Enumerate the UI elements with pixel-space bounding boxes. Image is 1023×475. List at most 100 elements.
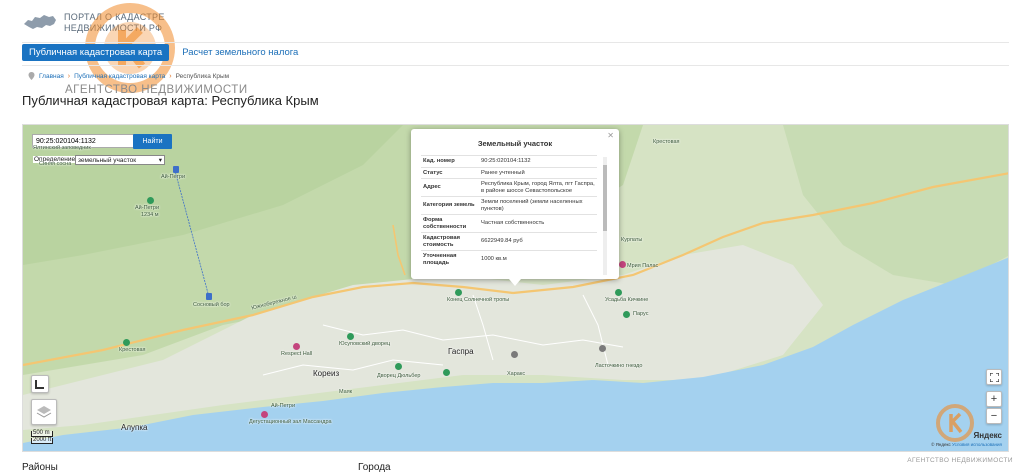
- row-key: Статус: [421, 166, 479, 179]
- map-label-yusupov-palace: Юсуповский дворец: [339, 341, 391, 347]
- fullscreen-left-button[interactable]: [31, 375, 49, 393]
- layers-square-icon: [35, 380, 44, 389]
- cadastral-map[interactable]: Найти Определение земельный участок ▾ Ял…: [22, 124, 1009, 452]
- peak-icon: [123, 339, 130, 346]
- row-key: Кадастровая стоимость: [421, 232, 479, 251]
- location-pin-icon: [28, 72, 35, 80]
- zoom-in-button[interactable]: +: [986, 391, 1002, 407]
- layers-icon: [36, 406, 52, 418]
- map-label-sosnovy-bor: Сосновый бор: [193, 302, 230, 308]
- tab-land-tax[interactable]: Расчет земельного налога: [175, 44, 305, 61]
- popup-title: Земельный участок: [477, 139, 553, 148]
- park-icon: [443, 369, 450, 376]
- row-key: Категория земель: [421, 196, 479, 215]
- cable-car-icon: [173, 166, 179, 173]
- row-value: Частная собственность: [479, 214, 597, 233]
- layers-button[interactable]: [31, 399, 57, 425]
- plus-icon: +: [990, 393, 998, 405]
- mountain-icon: [147, 197, 154, 204]
- row-value: 90:25:020104:1132: [479, 155, 597, 167]
- venue-icon: [293, 343, 300, 350]
- map-label-usadba: Усадьба Кичкине: [605, 297, 649, 303]
- definition-select-value: земельный участок: [78, 156, 137, 164]
- map-label-alupka: Алупка: [121, 423, 148, 432]
- castle-icon: [599, 345, 606, 352]
- map-label-swallow-nest: Ласточкино гнездо: [595, 363, 643, 369]
- table-row: Кад. номер 90:25:020104:1132: [421, 155, 597, 167]
- map-label-sinyaya: Синяя сосна: [39, 161, 72, 167]
- map-label-dyulber-palace: Дворец Дюльбер: [377, 373, 421, 379]
- row-value: 1000 кв.м: [479, 250, 597, 268]
- cable-car-icon: [206, 293, 212, 300]
- map-label-end-trail: Конец Солнечной тропы: [447, 297, 510, 303]
- map-label-tasting: Дегустационный зал Массандра: [249, 419, 332, 425]
- map-label-gaspra: Гаспра: [448, 347, 474, 356]
- table-row: Адрес Республика Крым, город Ялта, пгт Га…: [421, 178, 597, 197]
- table-row: Кадастровая стоимость 6622949.84 руб: [421, 232, 597, 251]
- palace-icon: [395, 363, 402, 370]
- hotel-icon: [619, 261, 626, 268]
- map-label-yalta-reserve: Ялтинский заповедник: [33, 145, 91, 151]
- palace-icon: [347, 333, 354, 340]
- rock-icon: [623, 311, 630, 318]
- districts-heading: Районы: [22, 462, 58, 473]
- table-row: Форма собственности Частная собственность: [421, 214, 597, 233]
- expand-button[interactable]: [986, 369, 1002, 385]
- page-title: Публичная кадастровая карта: Республика …: [22, 93, 319, 108]
- breadcrumb: Главная › Публичная кадастровая карта › …: [28, 72, 229, 80]
- definition-select[interactable]: земельный участок ▾: [75, 155, 165, 165]
- map-label-parus: Парус: [633, 311, 649, 317]
- nav-tabs: Публичная кадастровая карта Расчет земел…: [22, 44, 305, 61]
- row-value: 6622949.84 руб: [479, 232, 597, 251]
- row-key: Форма собственности: [421, 214, 479, 233]
- minus-icon: −: [990, 410, 998, 422]
- map-label-ai-petri-station: Ай-Петри: [161, 174, 186, 180]
- map-label-mayak: Маяк: [339, 389, 353, 395]
- popup-scrollbar[interactable]: [603, 157, 607, 275]
- nav-divider: [22, 42, 1009, 43]
- row-key: Кад. номер: [421, 155, 479, 167]
- map-label-kharaks: Харакс: [507, 371, 526, 377]
- popup-pointer: [509, 279, 521, 286]
- zoom-out-button[interactable]: −: [986, 408, 1002, 424]
- breadcrumb-home[interactable]: Главная: [39, 73, 64, 80]
- breadcrumb-separator-icon: ›: [67, 72, 71, 80]
- russia-map-icon: [24, 15, 56, 29]
- map-scale: 500 m 2000 ft: [31, 430, 53, 445]
- row-value: Ранее учтенный: [479, 166, 597, 179]
- cities-heading: Города: [358, 462, 391, 473]
- row-value: Земли поселений (земли населенных пункто…: [479, 196, 597, 215]
- estate-icon: [615, 289, 622, 296]
- table-row: Категория земель Земли поселений (земли н…: [421, 196, 597, 215]
- parcel-info-table: Кад. номер 90:25:020104:1132 Статус Ранее …: [421, 155, 597, 268]
- agency-logo-footer: [936, 404, 974, 442]
- table-row: Статус Ранее учтенный: [421, 166, 597, 179]
- map-label-krestovaya-right: Крестовая: [653, 139, 680, 145]
- breadcrumb-cadastral-map[interactable]: Публичная кадастровая карта: [74, 73, 165, 80]
- breadcrumb-current: Республика Крым: [175, 72, 230, 80]
- map-label-koreiz: Кореиз: [313, 369, 340, 378]
- row-value: Республика Крым, город Ялта, пгт Гаспра,…: [479, 178, 597, 197]
- tab-cadastral-map[interactable]: Публичная кадастровая карта: [22, 44, 170, 61]
- parcel-info-popup: ✕ Земельный участок Кад. номер 90:25:0201…: [411, 129, 619, 286]
- wine-icon: [261, 411, 268, 418]
- map-label-ai-petri-bottom: Ай-Петри: [271, 403, 296, 409]
- yandex-logo: Яндекс: [973, 431, 1002, 440]
- trail-icon: [455, 289, 462, 296]
- map-label-kurpaty: Курпаты: [621, 237, 643, 243]
- castle-icon: [511, 351, 518, 358]
- nav-divider-bottom: [22, 65, 1009, 66]
- scale-feet: 2000 ft: [31, 437, 53, 444]
- row-key: Уточненная площадь: [421, 250, 479, 268]
- find-button[interactable]: Найти: [133, 134, 172, 149]
- breadcrumb-separator-icon: ›: [169, 72, 172, 80]
- expand-icon: [989, 372, 999, 382]
- agency-footer-text: АГЕНТСТВО НЕДВИЖИМОСТИ: [907, 457, 1013, 464]
- scrollbar-thumb[interactable]: [603, 165, 607, 231]
- map-label-mriya: Мрия Палас: [627, 263, 659, 269]
- row-key: Адрес: [421, 178, 479, 197]
- table-row: Уточненная площадь 1000 кв.м: [421, 250, 597, 268]
- map-label-ai-petri-height: 1234 м: [141, 212, 159, 218]
- map-label-respect-hall: Respect Hall: [281, 351, 313, 357]
- map-label-ai-petri-mountain: Ай-Петри: [135, 205, 160, 211]
